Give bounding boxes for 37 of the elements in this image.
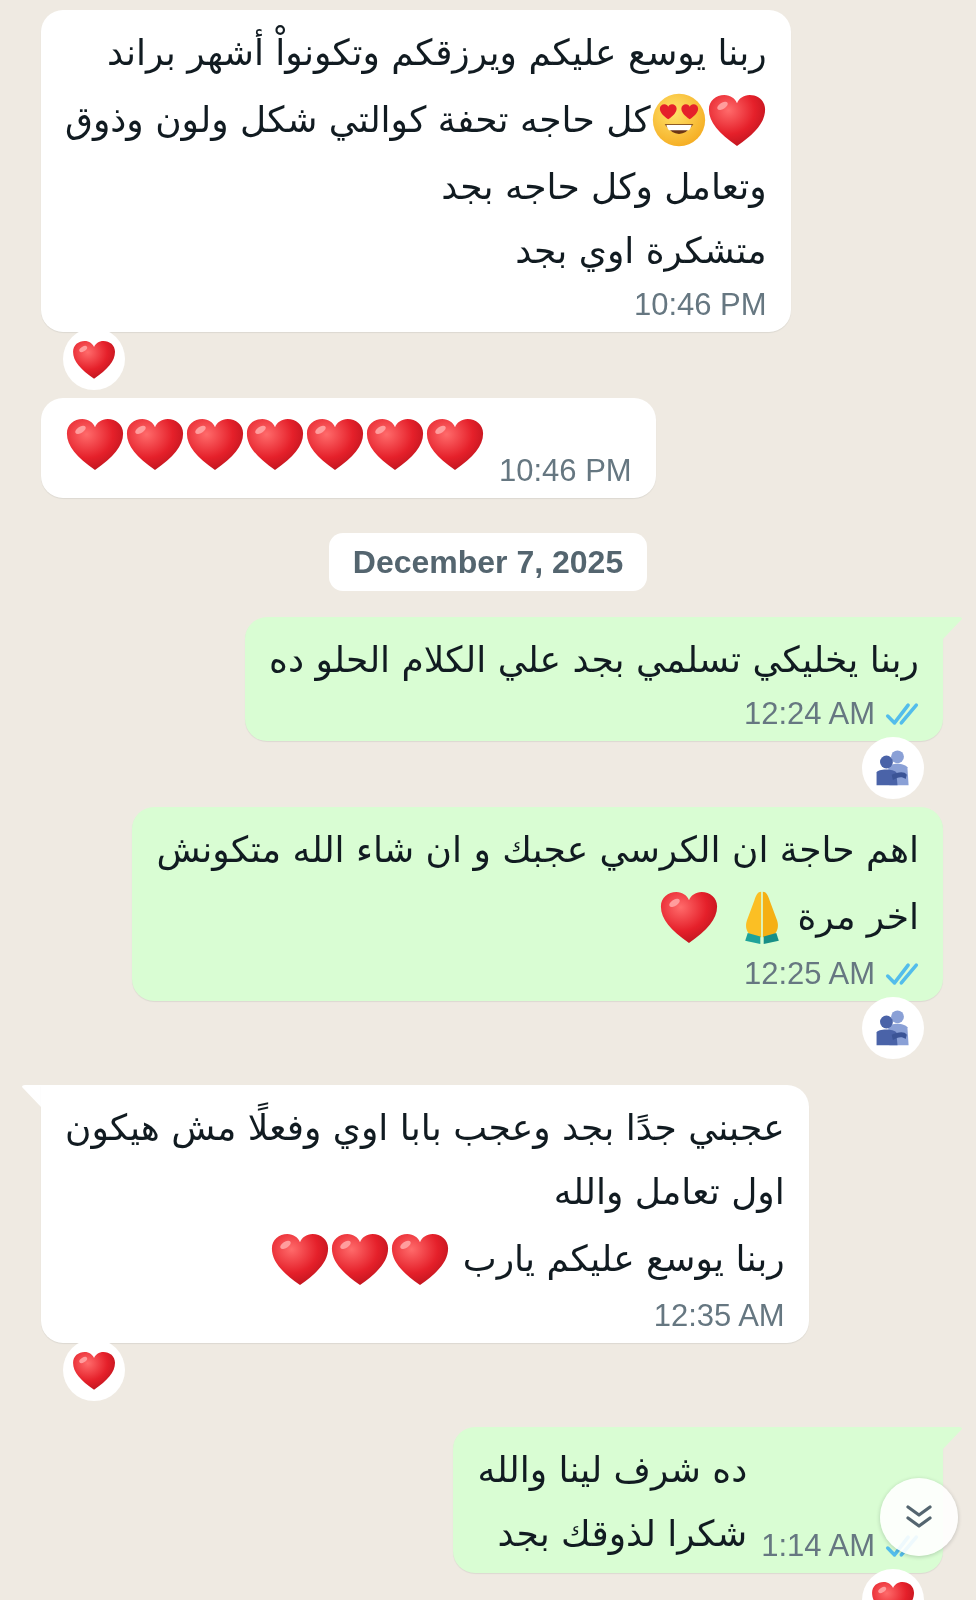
- heart-eyes-face-icon: [651, 93, 706, 147]
- heart-icon: [390, 1232, 449, 1286]
- message-time: 10:46 PM: [499, 453, 632, 489]
- heart-icon: [186, 417, 244, 471]
- message-text: شكرا لذوقك بجد: [497, 1512, 748, 1557]
- hug-reaction-icon[interactable]: [862, 997, 924, 1059]
- heart-icon: [426, 417, 484, 471]
- double-chevron-down-icon: [906, 1505, 932, 1529]
- message-text: متشكرة اوي بجد: [515, 229, 767, 274]
- message-text: كل حاجه تحفة كوالتي شكل ولون وذوق: [65, 98, 651, 143]
- message-text: ربنا يوسع عليكم ويرزقكم وتكونواْ أشهر براند: [107, 22, 767, 84]
- message-text: اهم حاجة ان الكرسي عجبك و ان شاء الله متكونش: [156, 828, 919, 873]
- heart-icon: [126, 417, 184, 471]
- message-text: اول تعامل والله: [553, 1170, 785, 1215]
- heart-reaction-icon[interactable]: [63, 328, 125, 390]
- message-time: 12:25 AM: [744, 956, 875, 992]
- heart-icon: [306, 417, 364, 471]
- message-time: 12:24 AM: [744, 696, 875, 732]
- heart-icon: [270, 1232, 329, 1286]
- message-text: اخر مرة: [797, 895, 919, 940]
- heart-icon: [246, 417, 304, 471]
- message-time: 10:46 PM: [633, 287, 767, 323]
- message-text: ده شرف لينا والله: [477, 1448, 748, 1493]
- heart-icon: [366, 417, 424, 471]
- heart-icon: [707, 93, 766, 147]
- heart-icon: [66, 417, 124, 471]
- message-text: عجبني جدًا بجد وعجب بابا اوي وفعلًا مش هيكون: [65, 1097, 785, 1159]
- heart-reaction-icon[interactable]: [63, 1339, 125, 1401]
- message-text: ربنا يوسع عليكم يارب: [462, 1237, 785, 1282]
- hug-reaction-icon[interactable]: [862, 737, 924, 799]
- message-time: 12:35 AM: [653, 1298, 785, 1334]
- message-time: 1:14 AM: [761, 1528, 875, 1564]
- message-text: ربنا يخليكي تسلمي بجد علي الكلام الحلو ده: [269, 638, 919, 683]
- heart-icon: [660, 890, 719, 944]
- message-bubble[interactable]: 10:46 PM: [41, 398, 656, 498]
- heart-icon: [330, 1232, 389, 1286]
- message-text: وتعامل وكل حاجه بجد: [441, 165, 767, 210]
